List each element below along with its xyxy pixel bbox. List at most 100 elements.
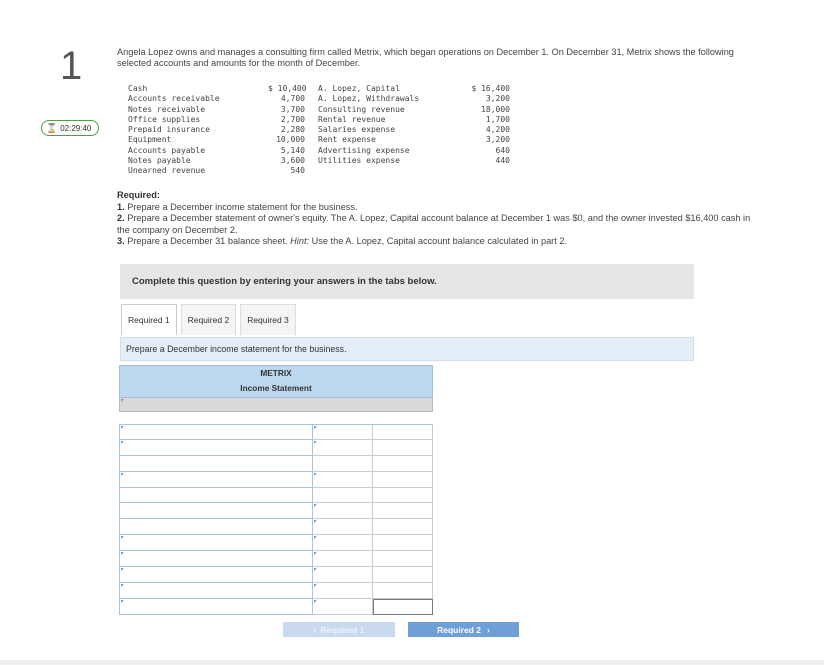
required-item-1: 1. Prepare a December income statement f…	[117, 201, 358, 212]
dropdown-marker-icon	[121, 536, 124, 540]
account-title-input[interactable]	[119, 567, 313, 583]
dropdown-marker-icon	[121, 472, 124, 476]
account-amount: 3,700	[280, 104, 305, 114]
account-amount: 4,200	[485, 125, 510, 135]
total-input[interactable]	[373, 535, 433, 552]
account-amount: 18,000	[481, 104, 510, 114]
amount-input[interactable]	[313, 519, 373, 536]
prev-button[interactable]: ‹ Required 1	[283, 622, 395, 637]
total-input[interactable]	[373, 551, 433, 568]
dropdown-marker-icon	[121, 599, 124, 603]
account-name: Salaries expense	[318, 125, 396, 135]
question-number: 1	[60, 44, 83, 88]
total-input[interactable]	[373, 439, 433, 456]
amount-input[interactable]	[313, 424, 373, 440]
statement-row	[119, 439, 433, 456]
account-title-input[interactable]	[119, 503, 313, 520]
tab-required-1[interactable]: Required 1	[121, 304, 177, 335]
total-input[interactable]	[373, 487, 433, 504]
statement-date-dropdown[interactable]	[119, 398, 433, 412]
timer-value: 02:29:40	[60, 123, 92, 133]
account-amount: $ 16,400	[471, 84, 510, 93]
statement-row	[119, 535, 433, 552]
total-input[interactable]	[373, 598, 433, 615]
account-title-input[interactable]	[119, 455, 313, 472]
account-title-input[interactable]	[119, 582, 313, 599]
statement-grid	[119, 424, 433, 615]
account-name: Unearned revenue	[128, 166, 206, 176]
amount-input[interactable]	[313, 439, 373, 456]
amount-input[interactable]	[313, 598, 373, 615]
statement-row	[119, 471, 433, 488]
dropdown-marker-icon	[121, 440, 124, 444]
input-marker-icon	[314, 568, 317, 572]
amount-input[interactable]	[313, 567, 373, 583]
account-title-input[interactable]	[119, 551, 313, 568]
statement-row	[119, 567, 433, 583]
account-name: Advertising expense	[318, 145, 410, 155]
account-amount: 440	[495, 156, 510, 166]
chevron-left-icon: ‹	[313, 624, 317, 635]
account-title-input[interactable]	[119, 519, 313, 536]
statement-row	[119, 503, 433, 520]
account-amount: 5,140	[280, 145, 305, 155]
account-amount: 4,700	[280, 94, 305, 104]
statement-row	[119, 424, 433, 440]
account-name: Rent expense	[318, 135, 376, 145]
total-input[interactable]	[373, 471, 433, 488]
required-item-2: 2. Prepare a December statement of owner…	[117, 213, 751, 235]
account-amount: 640	[495, 145, 510, 155]
input-marker-icon	[314, 426, 317, 429]
account-name: Consulting revenue	[318, 104, 405, 114]
tab-required-2[interactable]: Required 2	[180, 304, 237, 335]
statement-title: Income Statement	[240, 383, 312, 393]
amount-input[interactable]	[313, 551, 373, 568]
statement-row	[119, 598, 433, 615]
total-input[interactable]	[373, 503, 433, 520]
chevron-right-icon: ›	[487, 624, 490, 635]
account-name: Equipment	[128, 135, 172, 145]
account-title-input[interactable]	[119, 471, 313, 488]
statement-row	[119, 582, 433, 599]
amount-input[interactable]	[313, 582, 373, 599]
amount-input[interactable]	[313, 471, 373, 488]
account-name: A. Lopez, Capital	[318, 84, 400, 93]
input-marker-icon	[314, 599, 317, 603]
account-amount: 1,700	[485, 114, 510, 124]
next-button[interactable]: Required 2 ›	[408, 622, 519, 637]
amount-input[interactable]	[313, 487, 373, 504]
dropdown-marker-icon	[121, 568, 124, 572]
account-title-input[interactable]	[119, 598, 313, 615]
account-title-input[interactable]	[119, 439, 313, 456]
hourglass-icon: ⌛	[46, 122, 58, 133]
account-title-input[interactable]	[119, 487, 313, 504]
account-name: Cash	[128, 84, 148, 93]
account-amount: 3,200	[485, 94, 510, 104]
account-amount: 3,200	[485, 135, 510, 145]
required-heading: Required:	[117, 190, 160, 200]
amount-input[interactable]	[313, 503, 373, 520]
prev-button-label: Required 1	[320, 624, 365, 635]
tab-required-3[interactable]: Required 3	[240, 304, 296, 335]
amount-input[interactable]	[313, 535, 373, 552]
input-marker-icon	[314, 552, 317, 556]
total-input[interactable]	[373, 455, 433, 472]
dropdown-marker-icon	[121, 399, 124, 402]
total-input[interactable]	[373, 519, 433, 536]
account-name: Rental revenue	[318, 114, 386, 124]
account-name: Utilities expense	[318, 156, 400, 166]
page-footer-bar	[0, 660, 824, 665]
total-input[interactable]	[373, 582, 433, 599]
tab-prompt: Prepare a December income statement for …	[120, 337, 694, 361]
account-name: Notes receivable	[128, 104, 206, 114]
input-marker-icon	[314, 472, 317, 476]
account-name: A. Lopez, Withdrawals	[318, 94, 420, 104]
account-title-input[interactable]	[119, 424, 313, 440]
dropdown-marker-icon	[121, 426, 124, 429]
total-input[interactable]	[373, 567, 433, 583]
amount-input[interactable]	[313, 455, 373, 472]
account-name: Prepaid insurance	[128, 125, 210, 135]
input-marker-icon	[314, 504, 317, 508]
account-title-input[interactable]	[119, 535, 313, 552]
total-input[interactable]	[373, 424, 433, 440]
